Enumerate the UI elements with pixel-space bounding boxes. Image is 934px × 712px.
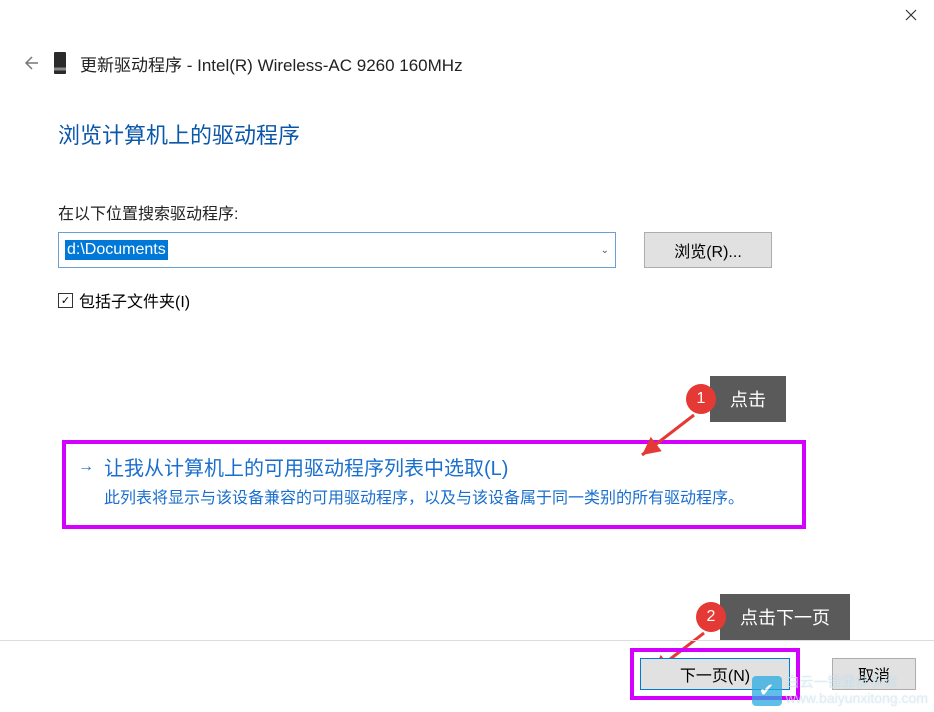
include-subfolders-label: 包括子文件夹(I) — [79, 288, 190, 312]
annotation-1-arrow-icon — [634, 410, 704, 460]
close-button[interactable] — [888, 0, 934, 30]
annotation-2: 2 点击下一页 — [696, 594, 850, 640]
arrow-right-icon: → — [78, 458, 94, 476]
browse-button[interactable]: 浏览(R)... — [644, 232, 772, 268]
annotation-2-badge: 2 — [696, 602, 726, 632]
back-button[interactable] — [20, 53, 40, 73]
option-description: 此列表将显示与该设备兼容的可用驱动程序，以及与该设备属于同一类别的所有驱动程序。 — [104, 487, 790, 511]
window-title: 更新驱动程序 - Intel(R) Wireless-AC 9260 160MH… — [80, 51, 463, 76]
watermark-text: 白云一键重装系统 www.baiyunxitong.com — [786, 675, 928, 706]
annotation-1-badge: 1 — [686, 384, 716, 414]
watermark: ✔ 白云一键重装系统 www.baiyunxitong.com — [752, 675, 928, 706]
close-icon — [905, 9, 917, 21]
driver-path-value: d:\Documents — [65, 240, 168, 260]
chevron-down-icon: ⌄ — [601, 245, 609, 256]
page-heading: 浏览计算机上的驱动程序 — [58, 118, 300, 150]
device-icon — [54, 52, 66, 74]
back-arrow-icon — [21, 54, 39, 72]
annotation-1-label: 点击 — [710, 376, 786, 422]
annotation-2-label: 点击下一页 — [720, 594, 850, 640]
browse-button-label: 浏览(R)... — [674, 238, 742, 262]
header: 更新驱动程序 - Intel(R) Wireless-AC 9260 160MH… — [20, 48, 914, 78]
watermark-logo-icon: ✔ — [752, 676, 782, 706]
driver-path-combobox[interactable]: d:\Documents ⌄ — [58, 232, 616, 268]
include-subfolders-checkbox[interactable]: ✓ 包括子文件夹(I) — [58, 288, 190, 312]
checkbox-icon: ✓ — [58, 293, 73, 308]
next-button-label: 下一页(N) — [680, 662, 750, 686]
search-location-label: 在以下位置搜索驱动程序: — [58, 200, 238, 224]
